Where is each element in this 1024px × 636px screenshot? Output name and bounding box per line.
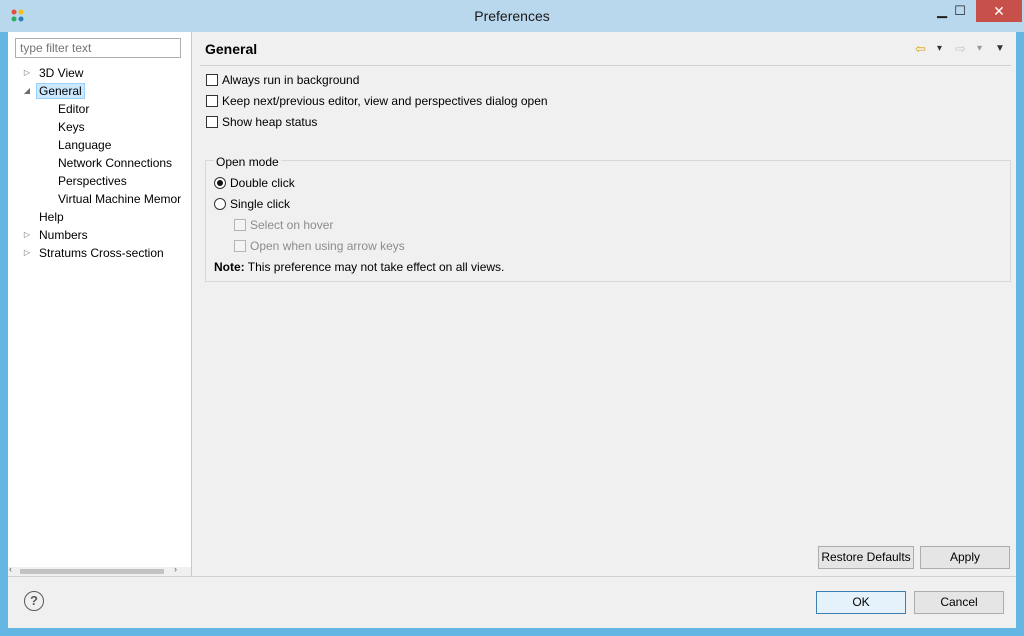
checkbox-label: Always run in background [222,73,360,87]
preference-tree-panel: ▷ 3D View ◢ General Editor Keys Language [8,32,192,576]
bottom-separator [8,576,1016,577]
scroll-right-icon[interactable]: › [174,564,177,574]
preference-page: General ⇦ ▾ ⇨ ▾ ▼ Always run in backgrou… [193,32,1016,576]
maximize-button[interactable]: ☐ [945,0,975,22]
filter-input[interactable] [15,38,181,58]
checkbox-label: Select on hover [250,218,334,232]
note-message: This preference may not take effect on a… [247,260,505,274]
tree-item-label: 3D View [39,66,84,80]
window-title: Preferences [474,8,550,24]
dialog-client: ▷ 3D View ◢ General Editor Keys Language [8,32,1016,628]
collapse-arrow-icon[interactable]: ◢ [22,82,32,100]
tree-horizontal-scrollbar[interactable]: ‹ › [8,564,191,576]
checkbox-box[interactable] [206,74,218,86]
restore-defaults-button[interactable]: Restore Defaults [818,546,914,569]
note-text: Note: This preference may not take effec… [214,260,504,274]
forward-dropdown-icon[interactable]: ▾ [977,43,982,54]
tree-item-network-connections[interactable]: Network Connections [8,154,191,172]
tree-item-label: Language [58,138,112,152]
tree-item-language[interactable]: Language [8,136,191,154]
checkbox-label: Keep next/previous editor, view and pers… [222,94,548,108]
checkbox-box [234,240,246,252]
header-separator [200,65,1011,66]
forward-arrow-icon[interactable]: ⇨ [955,41,966,57]
scrollbar-thumb[interactable] [20,569,164,574]
title-bar[interactable]: Preferences ▁ ☐ ✕ [0,0,1024,32]
radio-button[interactable] [214,198,226,210]
view-menu-icon[interactable]: ▼ [995,43,1005,54]
radio-label: Single click [230,197,291,211]
tree-item-label: Keys [58,120,85,134]
tree-item-label: Perspectives [58,174,127,188]
preference-tree: ▷ 3D View ◢ General Editor Keys Language [8,64,191,262]
tree-item-numbers[interactable]: ▷ Numbers [8,226,191,244]
tree-item-keys[interactable]: Keys [8,118,191,136]
expand-arrow-icon[interactable]: ▷ [22,226,32,244]
open-mode-group-title: Open mode [214,155,281,169]
maximize-icon: ☐ [954,3,966,18]
tree-item-general[interactable]: ◢ General [8,82,191,100]
tree-item-label: General [36,83,85,99]
close-button[interactable]: ✕ [976,0,1022,22]
checkbox-box [234,219,246,231]
tree-item-label: Editor [58,102,90,116]
radio-button[interactable] [214,177,226,189]
close-icon: ✕ [993,2,1005,19]
tree-item-editor[interactable]: Editor [8,100,191,118]
apply-button[interactable]: Apply [920,546,1010,569]
tree-item-label: Virtual Machine Memor [58,192,182,206]
checkbox-box[interactable] [206,95,218,107]
tree-item-label: Network Connections [58,156,173,170]
page-title: General [205,41,258,57]
cancel-button[interactable]: Cancel [914,591,1004,614]
ok-button[interactable]: OK [816,591,906,614]
tree-item-help[interactable]: Help [8,208,191,226]
preferences-window: Preferences ▁ ☐ ✕ ▷ 3D View ◢ General Ed… [0,0,1024,636]
scroll-left-icon[interactable]: ‹ [9,564,12,574]
note-label: Note: [214,260,245,274]
back-arrow-icon[interactable]: ⇦ [915,41,926,57]
tree-item-label: Numbers [39,228,88,242]
checkbox-label: Show heap status [222,115,318,129]
expand-arrow-icon[interactable]: ▷ [22,244,32,262]
tree-item-label: Help [39,210,64,224]
radio-label: Double click [230,176,295,190]
tree-item-stratums-cross-section[interactable]: ▷ Stratums Cross-section [8,244,191,262]
back-dropdown-icon[interactable]: ▾ [937,43,942,54]
tree-item-virtual-machine-memory[interactable]: Virtual Machine Memor [8,190,191,208]
tree-item-perspectives[interactable]: Perspectives [8,172,191,190]
help-icon[interactable]: ? [24,591,44,611]
tree-item-label: Stratums Cross-section [39,246,164,260]
checkbox-box[interactable] [206,116,218,128]
page-navigation: ⇦ ▾ ⇨ ▾ ▼ [915,41,1015,57]
tree-item-3d-view[interactable]: ▷ 3D View [8,64,191,82]
checkbox-label: Open when using arrow keys [250,239,405,253]
expand-arrow-icon[interactable]: ▷ [22,64,32,82]
